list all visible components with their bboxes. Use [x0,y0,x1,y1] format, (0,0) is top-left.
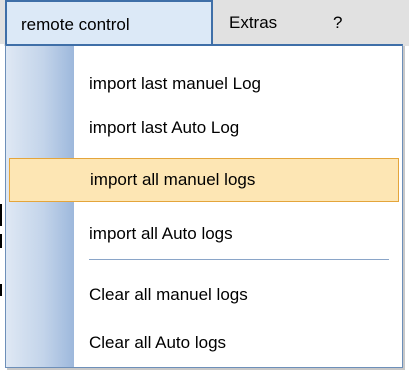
menu-item-import-all-manuel-logs[interactable]: import all manuel logs [9,158,399,202]
remote-control-dropdown: import last manuel Log import last Auto … [5,44,403,368]
menu-help[interactable]: ? [333,0,342,46]
menu-remote-control[interactable]: remote control [5,0,213,46]
menu-bar: remote control Extras ? [0,0,409,46]
edge-mark [0,234,2,248]
menu-item-import-last-manuel-log[interactable]: import last manuel Log [6,62,402,106]
menu-item-clear-all-manuel-logs[interactable]: Clear all manuel logs [6,273,402,317]
menu-separator [89,259,389,261]
menu-item-import-last-auto-log[interactable]: import last Auto Log [6,106,402,150]
background-window-edge [0,44,4,370]
edge-mark [0,284,2,296]
edge-mark [0,204,2,226]
menu-item-clear-all-auto-logs[interactable]: Clear all Auto logs [6,321,402,365]
menu-item-import-all-auto-logs[interactable]: import all Auto logs [6,212,402,256]
menu-extras[interactable]: Extras [229,0,277,46]
